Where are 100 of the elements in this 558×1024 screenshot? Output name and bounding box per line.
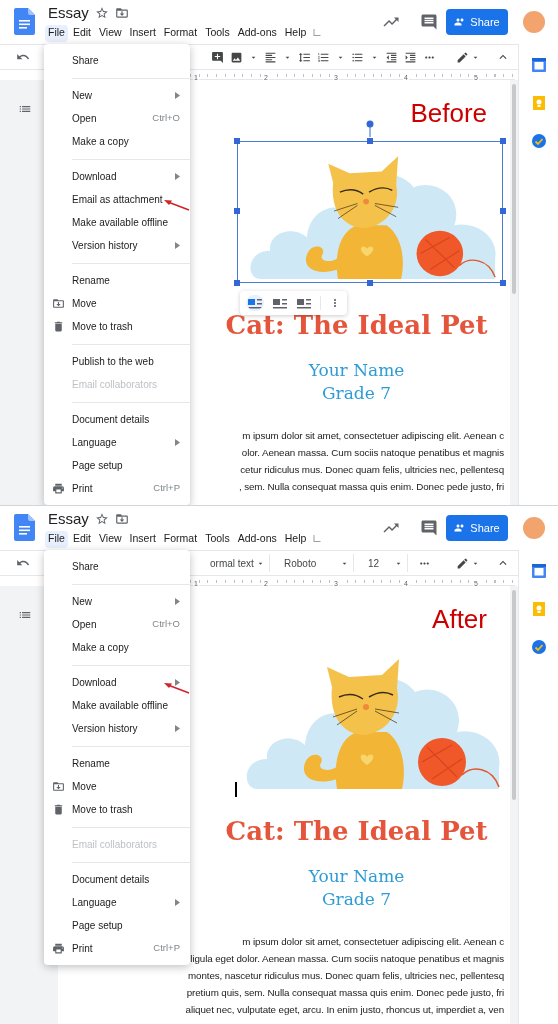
style-dropdown[interactable]: ormal text bbox=[206, 554, 270, 572]
folder-icon bbox=[52, 780, 65, 793]
last-edit-icon[interactable] bbox=[311, 533, 324, 545]
comment-icon[interactable] bbox=[420, 13, 438, 31]
folder-icon[interactable] bbox=[114, 6, 129, 20]
menu-option[interactable]: Share bbox=[44, 49, 190, 72]
menu-item[interactable]: Tools bbox=[202, 24, 233, 42]
menu-option[interactable]: Make available offline bbox=[44, 694, 190, 717]
menu-option[interactable]: Make a copy bbox=[44, 636, 190, 659]
menu-option[interactable]: New bbox=[44, 84, 190, 107]
line-spacing-icon[interactable] bbox=[298, 50, 311, 64]
increase-indent-icon[interactable] bbox=[404, 50, 417, 64]
share-button[interactable]: Share bbox=[446, 515, 508, 541]
menu-option[interactable]: Move to trash bbox=[44, 798, 190, 821]
menu-option[interactable]: Page setup bbox=[44, 454, 190, 477]
menu-option[interactable]: Open Ctrl+O bbox=[44, 613, 190, 636]
menu-option[interactable]: Print Ctrl+P bbox=[44, 937, 190, 960]
scrollbar-thumb[interactable] bbox=[512, 84, 516, 294]
decrease-indent-icon[interactable] bbox=[385, 50, 398, 64]
printer-icon bbox=[52, 482, 65, 495]
body-text-line: m ipsum dolor sit amet, consectetuer adipiscing elit. Aenean c bbox=[242, 429, 504, 443]
menu-item[interactable]: Edit bbox=[69, 530, 94, 548]
menu-item[interactable]: Insert bbox=[126, 24, 159, 42]
trash-icon bbox=[52, 803, 65, 816]
menu-option[interactable]: Move to trash bbox=[44, 315, 190, 338]
menu-option[interactable]: New bbox=[44, 590, 190, 613]
document-title[interactable]: Essay bbox=[48, 1, 89, 25]
menu-option[interactable]: Download bbox=[44, 671, 190, 694]
wrap-text-icon[interactable] bbox=[272, 296, 288, 310]
menu-option[interactable]: Make available offline bbox=[44, 211, 190, 234]
menu-option[interactable]: Publish to the web bbox=[44, 350, 190, 373]
numbered-list-icon[interactable] bbox=[317, 50, 330, 64]
checkmark-circle-icon[interactable] bbox=[531, 134, 546, 148]
inline-wrap-icon[interactable] bbox=[246, 295, 264, 311]
menu-item[interactable]: Add-ons bbox=[234, 24, 280, 42]
resize-handle[interactable] bbox=[367, 280, 373, 286]
menu-item[interactable]: Format bbox=[160, 24, 201, 42]
menu-option[interactable]: Version history bbox=[44, 234, 190, 257]
resize-handle[interactable] bbox=[234, 280, 240, 286]
menu-item[interactable]: Format bbox=[160, 530, 201, 548]
share-button[interactable]: Share bbox=[446, 9, 508, 35]
comment-icon[interactable] bbox=[420, 519, 438, 537]
menu-option[interactable]: Language bbox=[44, 431, 190, 454]
menu-option[interactable]: Print Ctrl+P bbox=[44, 477, 190, 500]
font-dropdown[interactable]: Roboto bbox=[280, 554, 354, 572]
menu-item[interactable]: Insert bbox=[126, 530, 159, 548]
menu-option[interactable]: Version history bbox=[44, 717, 190, 740]
menu-option[interactable]: Share bbox=[44, 555, 190, 578]
menu-option[interactable]: Download bbox=[44, 165, 190, 188]
resize-handle[interactable] bbox=[367, 138, 373, 144]
menu-item[interactable]: View bbox=[96, 530, 125, 548]
menu-option[interactable]: Move bbox=[44, 775, 190, 798]
submenu-arrow-icon bbox=[175, 242, 180, 249]
menu-option[interactable]: Document details bbox=[44, 408, 190, 431]
resize-handle[interactable] bbox=[234, 138, 240, 144]
folder-icon[interactable] bbox=[114, 512, 129, 526]
pencil-icon[interactable] bbox=[456, 556, 469, 570]
menu-item[interactable]: Help bbox=[281, 24, 310, 42]
star-icon[interactable] bbox=[94, 512, 109, 526]
shortcut-label: Ctrl+O bbox=[152, 111, 180, 126]
menu-item[interactable]: Edit bbox=[69, 24, 94, 42]
font-size-dropdown[interactable]: 12 bbox=[364, 554, 408, 572]
star-icon[interactable] bbox=[94, 6, 109, 20]
menu-option[interactable]: Email as attachment bbox=[44, 188, 190, 211]
menu-item[interactable]: Help bbox=[281, 530, 310, 548]
checkmark-circle-icon[interactable] bbox=[531, 640, 546, 654]
menu-option[interactable]: Make a copy bbox=[44, 130, 190, 153]
menu-option[interactable]: Rename bbox=[44, 752, 190, 775]
resize-handle[interactable] bbox=[500, 208, 506, 214]
scrollbar-thumb[interactable] bbox=[512, 590, 516, 800]
annotation-label: After bbox=[432, 604, 487, 634]
pencil-icon[interactable] bbox=[456, 50, 469, 64]
menu-item[interactable]: Tools bbox=[202, 530, 233, 548]
docs-logo-icon bbox=[14, 514, 35, 541]
menu-option[interactable]: Open Ctrl+O bbox=[44, 107, 190, 130]
calendar-icon[interactable] bbox=[531, 564, 546, 578]
printer-icon bbox=[52, 942, 65, 955]
resize-handle[interactable] bbox=[500, 138, 506, 144]
submenu-arrow-icon bbox=[175, 173, 180, 180]
document-title[interactable]: Essay bbox=[48, 507, 89, 531]
menu-item[interactable]: Add-ons bbox=[234, 530, 280, 548]
align-left-icon[interactable] bbox=[264, 50, 277, 64]
menu-option[interactable]: Rename bbox=[44, 269, 190, 292]
menu-item[interactable]: File bbox=[45, 530, 68, 548]
rotate-handle[interactable] bbox=[366, 120, 374, 137]
menu-item[interactable]: View bbox=[96, 24, 125, 42]
last-edit-icon[interactable] bbox=[311, 27, 324, 39]
image-icon[interactable] bbox=[230, 50, 243, 64]
calendar-icon[interactable] bbox=[531, 58, 546, 72]
resize-handle[interactable] bbox=[234, 208, 240, 214]
menu-option[interactable]: Language bbox=[44, 891, 190, 914]
menu-item[interactable]: File bbox=[45, 24, 68, 42]
submenu-arrow-icon bbox=[175, 899, 180, 906]
resize-handle[interactable] bbox=[500, 280, 506, 286]
add-comment-icon[interactable] bbox=[211, 50, 224, 64]
menu-option[interactable]: Page setup bbox=[44, 914, 190, 937]
menu-option[interactable]: Move bbox=[44, 292, 190, 315]
break-text-icon[interactable] bbox=[296, 296, 312, 310]
body-text-line: aliquet nec, vulputate eget, arcu. In enim justo, rhoncus ut, imperdiet a, ven bbox=[185, 1003, 504, 1017]
menu-option[interactable]: Document details bbox=[44, 868, 190, 891]
